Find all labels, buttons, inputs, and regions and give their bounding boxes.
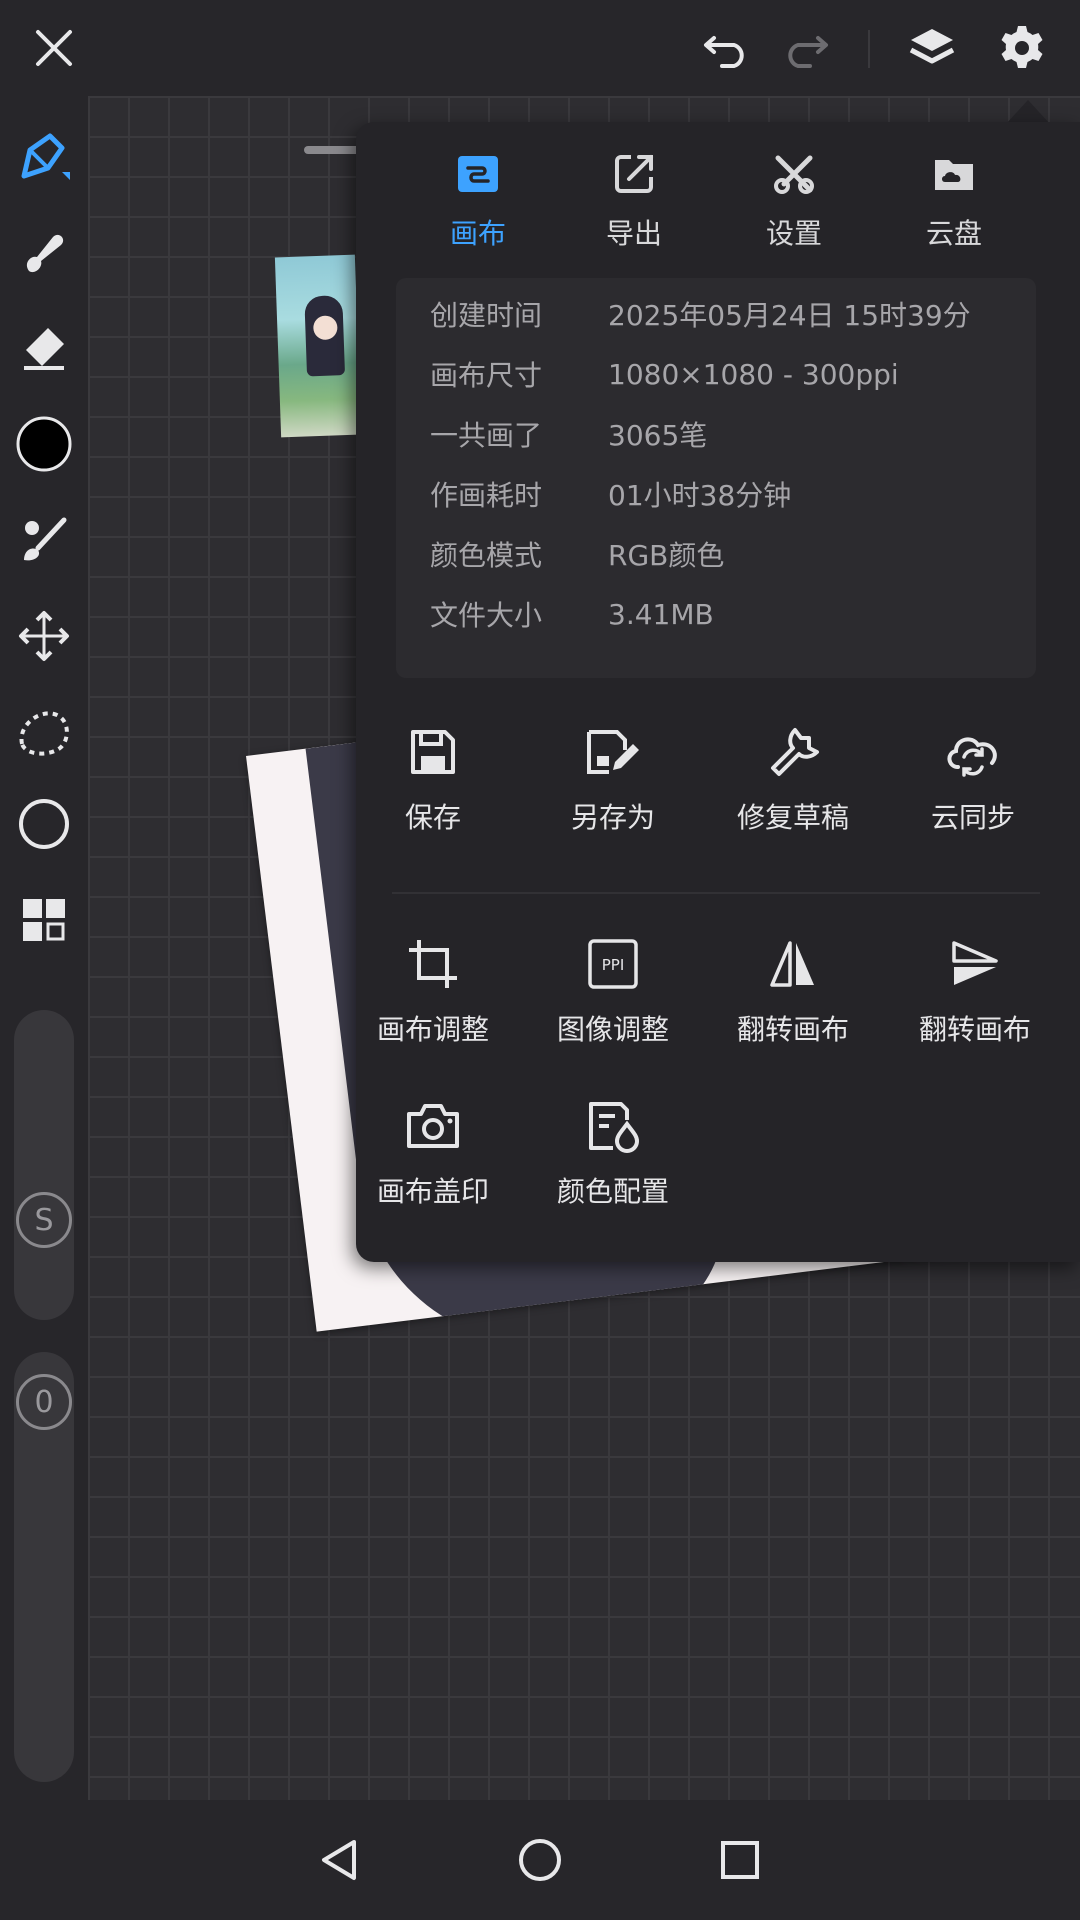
- redo-icon[interactable]: [776, 18, 836, 78]
- repair-draft-button[interactable]: 修复草稿: [708, 722, 878, 852]
- info-value: 01小时38分钟: [608, 479, 792, 512]
- lasso-icon[interactable]: [12, 700, 76, 764]
- topbar-divider: [868, 30, 870, 68]
- save-label: 保存: [404, 801, 461, 834]
- shape-icon[interactable]: [12, 792, 76, 856]
- canvas-stamp-label: 画布盖印: [376, 1175, 489, 1208]
- undo-icon[interactable]: [696, 18, 756, 78]
- repair-draft-label: 修复草稿: [736, 801, 849, 834]
- tab-settings-label: 设置: [765, 217, 822, 250]
- info-key: 作画耗时: [430, 479, 543, 512]
- cloud-drive-icon: [894, 150, 1014, 198]
- info-key: 文件大小: [430, 599, 543, 632]
- wrench-icon: [708, 722, 878, 782]
- flip-vertical-button[interactable]: 翻转画布: [890, 934, 1060, 1064]
- info-key: 颜色模式: [430, 539, 543, 572]
- grid-icon[interactable]: [12, 888, 76, 952]
- info-row: 颜色模式 RGB颜色: [396, 524, 1036, 584]
- brush-size-slider[interactable]: [14, 1010, 74, 1320]
- save-as-label: 另存为: [570, 801, 655, 834]
- reference-image[interactable]: [274, 254, 362, 438]
- tab-cloud-drive-label: 云盘: [925, 217, 982, 250]
- canvas-handle[interactable]: [304, 146, 364, 154]
- svg-text:PPI: PPI: [602, 956, 625, 974]
- image-adjust-label: 图像调整: [556, 1013, 669, 1046]
- color-config-button[interactable]: 颜色配置: [528, 1096, 698, 1226]
- panel-tabs: 画布 导出 设置 云盘: [356, 122, 1080, 272]
- info-value: 2025年05月24日 15时39分: [608, 299, 971, 332]
- home-icon[interactable]: [510, 1830, 570, 1890]
- info-key: 创建时间: [430, 299, 543, 332]
- save-button[interactable]: 保存: [348, 722, 518, 852]
- tab-canvas-label: 画布: [449, 217, 506, 250]
- system-nav-bar: [0, 1800, 1080, 1920]
- info-row: 一共画了 3065笔: [396, 404, 1036, 464]
- export-icon: [574, 150, 694, 198]
- image-adjust-button[interactable]: PPI 图像调整: [528, 934, 698, 1064]
- info-row: 文件大小 3.41MB: [396, 584, 1036, 644]
- flip-horizontal-icon: [708, 934, 878, 994]
- camera-icon: [348, 1096, 518, 1156]
- cloud-sync-label: 云同步: [930, 801, 1015, 834]
- size-label: S: [16, 1192, 72, 1248]
- flip-vertical-icon: [890, 934, 1060, 994]
- info-key: 画布尺寸: [430, 359, 543, 392]
- color-swatch[interactable]: [12, 412, 76, 476]
- info-row: 作画耗时 01小时38分钟: [396, 464, 1036, 524]
- tools-icon: [734, 150, 854, 198]
- layers-icon[interactable]: [902, 18, 962, 78]
- crop-icon: [348, 934, 518, 994]
- save-as-button[interactable]: 另存为: [528, 722, 698, 852]
- panel-divider: [392, 892, 1040, 894]
- info-value: 1080×1080 - 300ppi: [608, 357, 899, 391]
- canvas-adjust-label: 画布调整: [376, 1013, 489, 1046]
- left-toolbar: S 0: [0, 96, 88, 1800]
- back-icon[interactable]: [310, 1830, 370, 1890]
- smudge-icon[interactable]: [12, 220, 76, 284]
- flip-horizontal-button[interactable]: 翻转画布: [708, 934, 878, 1064]
- flip-vertical-label: 翻转画布: [918, 1013, 1031, 1046]
- canvas-info-card: 创建时间 2025年05月24日 15时39分 画布尺寸 1080×1080 -…: [396, 278, 1036, 678]
- canvas-menu-panel: 画布 导出 设置 云盘 创建时间 2025年05月24日 15时39分 画布尺寸…: [356, 122, 1080, 1262]
- tab-cloud-drive[interactable]: 云盘: [894, 150, 1014, 260]
- save-icon: [348, 722, 518, 782]
- canvas-stamp-button[interactable]: 画布盖印: [348, 1096, 518, 1226]
- info-value: 3065笔: [608, 419, 708, 452]
- tab-export-label: 导出: [605, 217, 662, 250]
- info-key: 一共画了: [430, 419, 543, 452]
- canvas-adjust-button[interactable]: 画布调整: [348, 934, 518, 1064]
- canvas-icon: [418, 150, 538, 198]
- save-as-icon: [528, 722, 698, 782]
- info-value: 3.41MB: [608, 597, 714, 631]
- top-bar: [0, 0, 1080, 96]
- info-row: 创建时间 2025年05月24日 15时39分: [396, 284, 1036, 344]
- paint-bucket-icon[interactable]: [12, 508, 76, 572]
- brush-icon[interactable]: [12, 124, 76, 188]
- tab-settings[interactable]: 设置: [734, 150, 854, 260]
- color-config-icon: [528, 1096, 698, 1156]
- ppi-icon: PPI: [528, 934, 698, 994]
- info-value: RGB颜色: [608, 539, 725, 572]
- flip-horizontal-label: 翻转画布: [736, 1013, 849, 1046]
- gear-icon[interactable]: [992, 18, 1052, 78]
- tab-export[interactable]: 导出: [574, 150, 694, 260]
- panel-pointer: [1006, 100, 1050, 124]
- color-config-label: 颜色配置: [556, 1175, 669, 1208]
- cloud-sync-button[interactable]: 云同步: [888, 722, 1058, 852]
- eraser-icon[interactable]: [12, 316, 76, 380]
- move-icon[interactable]: [12, 604, 76, 668]
- opacity-label: 0: [16, 1374, 72, 1430]
- info-row: 画布尺寸 1080×1080 - 300ppi: [396, 344, 1036, 404]
- recents-icon[interactable]: [710, 1830, 770, 1890]
- tab-canvas[interactable]: 画布: [418, 150, 538, 260]
- close-icon[interactable]: [24, 18, 84, 78]
- cloud-sync-icon: [888, 722, 1058, 782]
